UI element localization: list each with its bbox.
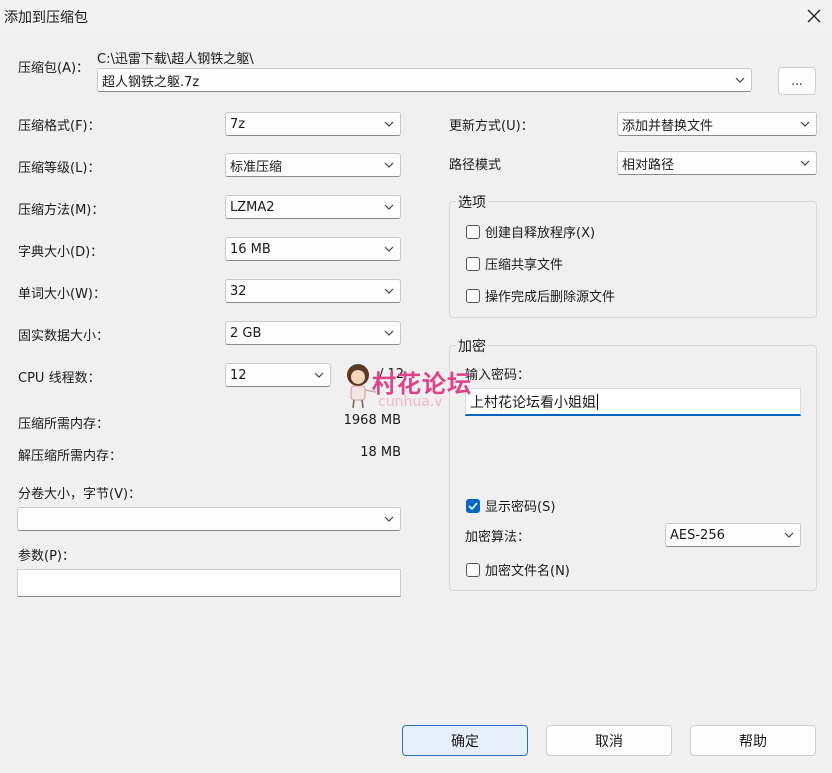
cancel-button[interactable]: 取消: [546, 725, 672, 756]
checkbox[interactable]: [466, 224, 480, 239]
checkbox-checked[interactable]: [466, 498, 480, 513]
level-label: 压缩等级(L)：: [18, 161, 101, 176]
option-sfx[interactable]: 创建自释放程序(X): [466, 222, 595, 241]
method-value: LZMA2: [230, 199, 275, 215]
archive-name-combo[interactable]: 超人钢铁之躯.7z: [97, 68, 752, 92]
solid-value: 2 GB: [230, 325, 262, 341]
word-value: 32: [230, 283, 247, 299]
mem-decompress-label: 解压缩所需内存：: [18, 449, 123, 464]
threads-value: 12: [230, 367, 247, 383]
mem-decompress-value: 18 MB: [360, 445, 401, 460]
chevron-down-icon: [308, 364, 330, 386]
checkbox[interactable]: [466, 288, 480, 303]
text-caret: [597, 393, 598, 410]
archive-path: C:\迅雷下载\超人钢铁之躯\: [97, 52, 254, 67]
format-value: 7z: [230, 116, 246, 132]
update-value: 添加并替换文件: [622, 118, 714, 134]
chevron-down-icon: [378, 322, 400, 344]
close-icon: [807, 9, 821, 23]
ok-button[interactable]: 确定: [402, 725, 528, 756]
browse-button[interactable]: ...: [778, 67, 816, 95]
watermark-subtext: cunhua.v: [378, 394, 443, 410]
dict-label: 字典大小(D)：: [18, 245, 104, 260]
chevron-down-icon: [378, 154, 400, 176]
option-delete-source-label: 操作完成后删除源文件: [485, 290, 616, 305]
solid-label: 固实数据大小：: [18, 329, 110, 344]
archive-name-value: 超人钢铁之躯.7z: [102, 74, 200, 90]
path-mode-label: 路径模式: [449, 158, 502, 173]
checkbox[interactable]: [466, 562, 480, 577]
mem-compress-value: 1968 MB: [343, 413, 401, 428]
options-title: 选项: [456, 192, 488, 212]
option-shared[interactable]: 压缩共享文件: [466, 254, 563, 273]
checkbox[interactable]: [466, 256, 480, 271]
archive-label: 压缩包(A)：: [18, 61, 90, 76]
dict-combo[interactable]: 16 MB: [225, 237, 401, 261]
params-input[interactable]: [17, 569, 401, 597]
format-combo[interactable]: 7z: [225, 112, 401, 136]
chevron-down-icon: [378, 238, 400, 260]
word-label: 单词大小(W)：: [18, 287, 106, 302]
option-shared-label: 压缩共享文件: [485, 258, 564, 273]
password-value: 上村花论坛看小姐姐: [470, 394, 596, 411]
title-bar: [0, 0, 832, 32]
chevron-down-icon: [378, 196, 400, 218]
encrypt-names[interactable]: 加密文件名(N): [466, 560, 570, 579]
chevron-down-icon: [729, 69, 751, 91]
encryption-method-combo[interactable]: AES-256: [665, 523, 801, 547]
window-title: 添加到压缩包: [4, 10, 88, 26]
encryption-title: 加密: [456, 336, 488, 356]
path-mode-combo[interactable]: 相对路径: [617, 151, 817, 175]
update-label: 更新方式(U)：: [449, 119, 534, 134]
path-mode-value: 相对路径: [622, 157, 675, 173]
show-password-label: 显示密码(S): [485, 500, 556, 515]
word-combo[interactable]: 32: [225, 279, 401, 303]
encryption-method-label: 加密算法：: [465, 530, 531, 545]
params-label: 参数(P)：: [18, 549, 75, 564]
chevron-down-icon: [794, 113, 816, 135]
chevron-down-icon: [378, 113, 400, 135]
show-password[interactable]: 显示密码(S): [466, 496, 555, 515]
option-delete-source[interactable]: 操作完成后删除源文件: [466, 286, 615, 305]
volume-label: 分卷大小，字节(V)：: [18, 487, 142, 502]
checkmark-icon: [468, 501, 478, 510]
encrypt-names-label: 加密文件名(N): [485, 564, 570, 579]
chevron-down-icon: [778, 524, 800, 546]
method-label: 压缩方法(M)：: [18, 203, 105, 218]
mem-compress-label: 压缩所需内存：: [18, 417, 110, 432]
chevron-down-icon: [378, 508, 400, 530]
chevron-down-icon: [378, 280, 400, 302]
level-value: 标准压缩: [230, 159, 283, 175]
format-label: 压缩格式(F)：: [18, 119, 101, 134]
threads-label: CPU 线程数：: [18, 371, 101, 386]
dict-value: 16 MB: [230, 241, 271, 257]
encryption-method-value: AES-256: [670, 527, 725, 543]
option-sfx-label: 创建自释放程序(X): [485, 226, 596, 241]
close-button[interactable]: [796, 0, 832, 32]
help-button[interactable]: 帮助: [690, 725, 816, 756]
threads-combo[interactable]: 12: [225, 363, 331, 387]
level-combo[interactable]: 标准压缩: [225, 153, 401, 177]
chevron-down-icon: [794, 152, 816, 174]
update-combo[interactable]: 添加并替换文件: [617, 112, 817, 136]
solid-combo[interactable]: 2 GB: [225, 321, 401, 345]
password-label: 输入密码：: [465, 368, 531, 383]
volume-combo[interactable]: [17, 507, 401, 531]
password-input[interactable]: 上村花论坛看小姐姐: [465, 388, 801, 416]
method-combo[interactable]: LZMA2: [225, 195, 401, 219]
